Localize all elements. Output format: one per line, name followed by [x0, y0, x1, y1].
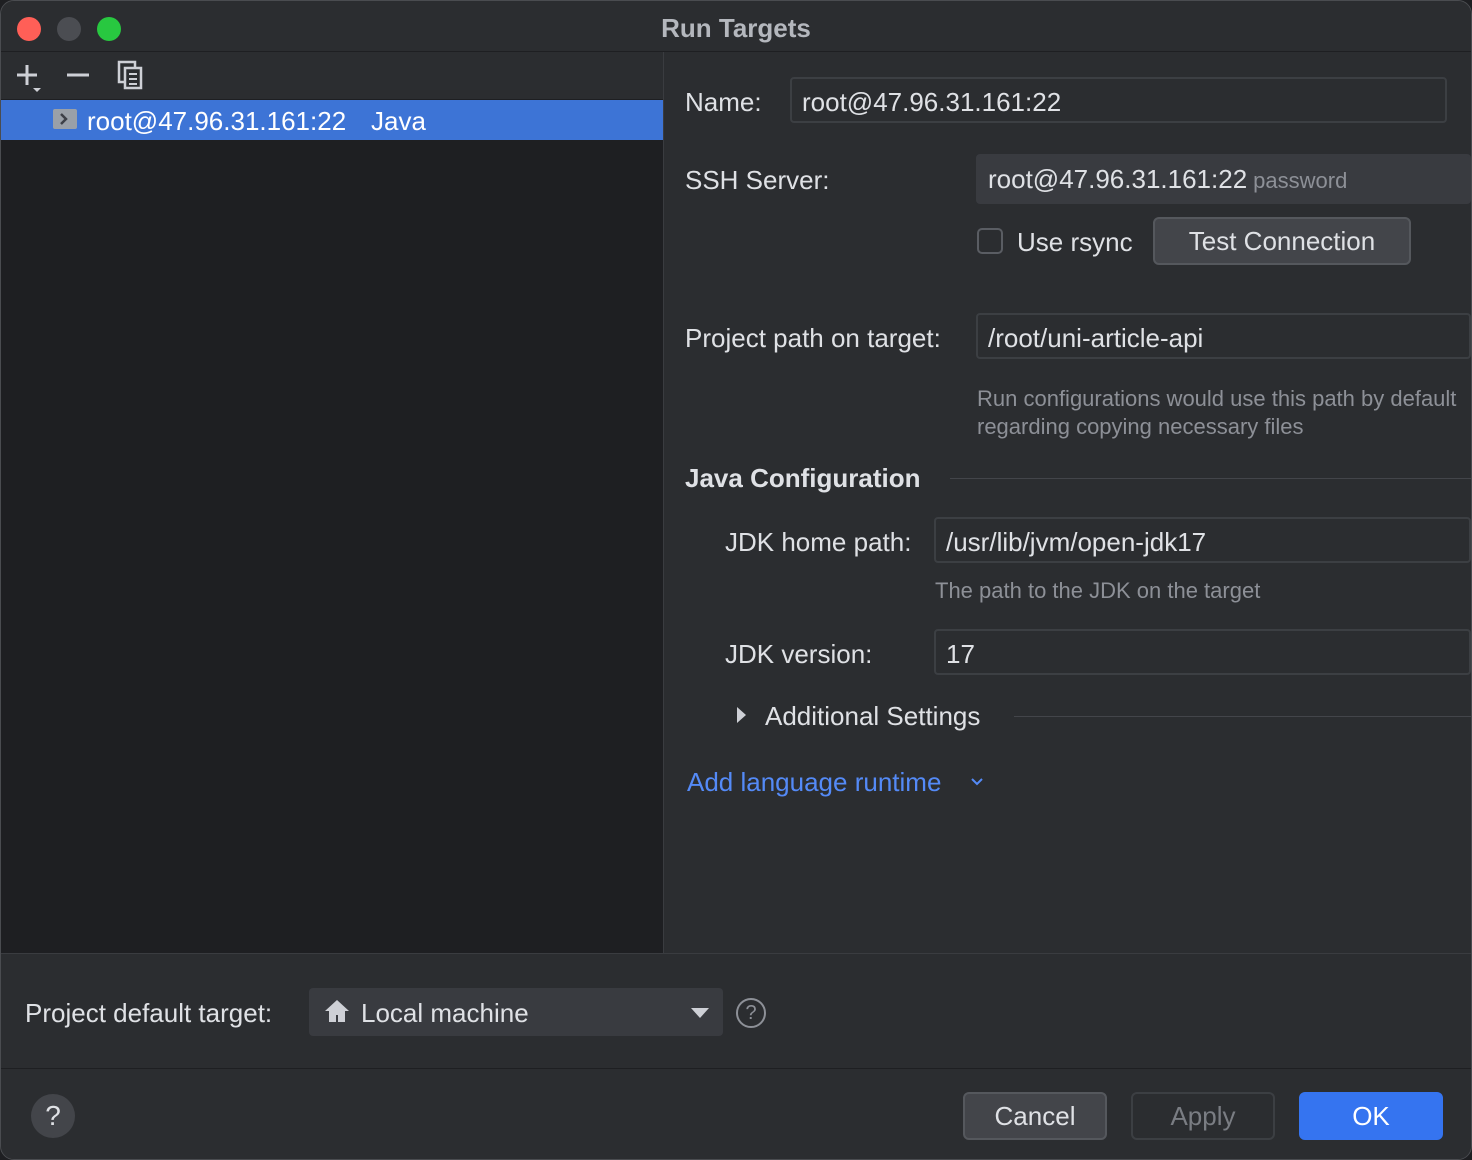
ssh-server-select[interactable]: root@47.96.31.161:22 password: [976, 154, 1471, 204]
target-name: root@47.96.31.161:22: [87, 106, 347, 136]
project-path-hint-line2: regarding copying necessary files: [977, 414, 1304, 439]
project-path-label: Project path on target:: [685, 323, 941, 353]
jdk-home-label: JDK home path:: [725, 527, 912, 557]
java-configuration-title: Java Configuration: [685, 463, 921, 493]
use-rsync-label: Use rsync: [1017, 227, 1133, 257]
ssh-server-label: SSH Server:: [685, 165, 830, 195]
additional-settings-toggle[interactable]: Additional Settings: [765, 701, 980, 732]
copy-icon[interactable]: [115, 60, 147, 92]
default-target-value: Local machine: [361, 998, 529, 1028]
target-settings-panel: Name: root@47.96.31.161:22 SSH Server: r…: [664, 52, 1471, 953]
ok-button[interactable]: OK: [1299, 1092, 1443, 1140]
targets-toolbar: [1, 52, 663, 99]
list-item[interactable]: root@47.96.31.161:22 Java: [1, 100, 663, 140]
default-target-label: Project default target:: [25, 998, 273, 1028]
project-path-hint-line1: Run configurations would use this path b…: [977, 386, 1457, 411]
targets-panel: root@47.96.31.161:22 Java: [1, 52, 664, 953]
minus-icon[interactable]: [63, 60, 95, 92]
run-targets-dialog: Run Targets root@47.96.31.161:22 Java Na…: [0, 0, 1472, 1160]
jdk-home-field[interactable]: /usr/lib/jvm/open-jdk17: [934, 517, 1471, 563]
project-path-field[interactable]: /root/uni-article-api: [976, 313, 1471, 359]
chevron-down-icon[interactable]: [969, 774, 985, 790]
section-divider: [1014, 716, 1471, 717]
default-target-dropdown[interactable]: Local machine: [309, 988, 723, 1036]
name-field[interactable]: root@47.96.31.161:22: [790, 77, 1447, 123]
title-bar: Run Targets: [1, 1, 1471, 52]
section-divider: [950, 478, 1471, 479]
window-title: Run Targets: [661, 13, 811, 43]
test-connection-button[interactable]: Test Connection: [1153, 217, 1411, 265]
plus-icon[interactable]: [13, 60, 45, 92]
jdk-version-label: JDK version:: [725, 639, 873, 669]
footer-divider: [1, 1068, 1471, 1069]
ssh-target-icon: [53, 109, 77, 129]
jdk-version-field[interactable]: 17: [934, 629, 1471, 675]
cancel-button[interactable]: Cancel: [963, 1092, 1107, 1140]
add-language-runtime-link[interactable]: Add language runtime: [687, 767, 941, 798]
help-icon[interactable]: ?: [736, 998, 766, 1028]
target-type: Java: [371, 106, 426, 136]
triangle-right-icon[interactable]: [734, 705, 750, 725]
use-rsync-checkbox[interactable]: [977, 228, 1003, 254]
ssh-server-value: root@47.96.31.161:22: [988, 164, 1248, 194]
dialog-help-button[interactable]: ?: [31, 1094, 75, 1138]
dialog-footer: Project default target: Local machine ? …: [1, 953, 1471, 1159]
ssh-auth-type: password: [1253, 168, 1348, 193]
name-label: Name:: [685, 87, 762, 117]
home-icon: [323, 998, 351, 1024]
jdk-home-hint: The path to the JDK on the target: [935, 578, 1261, 603]
dropdown-arrow-icon: [690, 1006, 710, 1020]
apply-button[interactable]: Apply: [1131, 1092, 1275, 1140]
